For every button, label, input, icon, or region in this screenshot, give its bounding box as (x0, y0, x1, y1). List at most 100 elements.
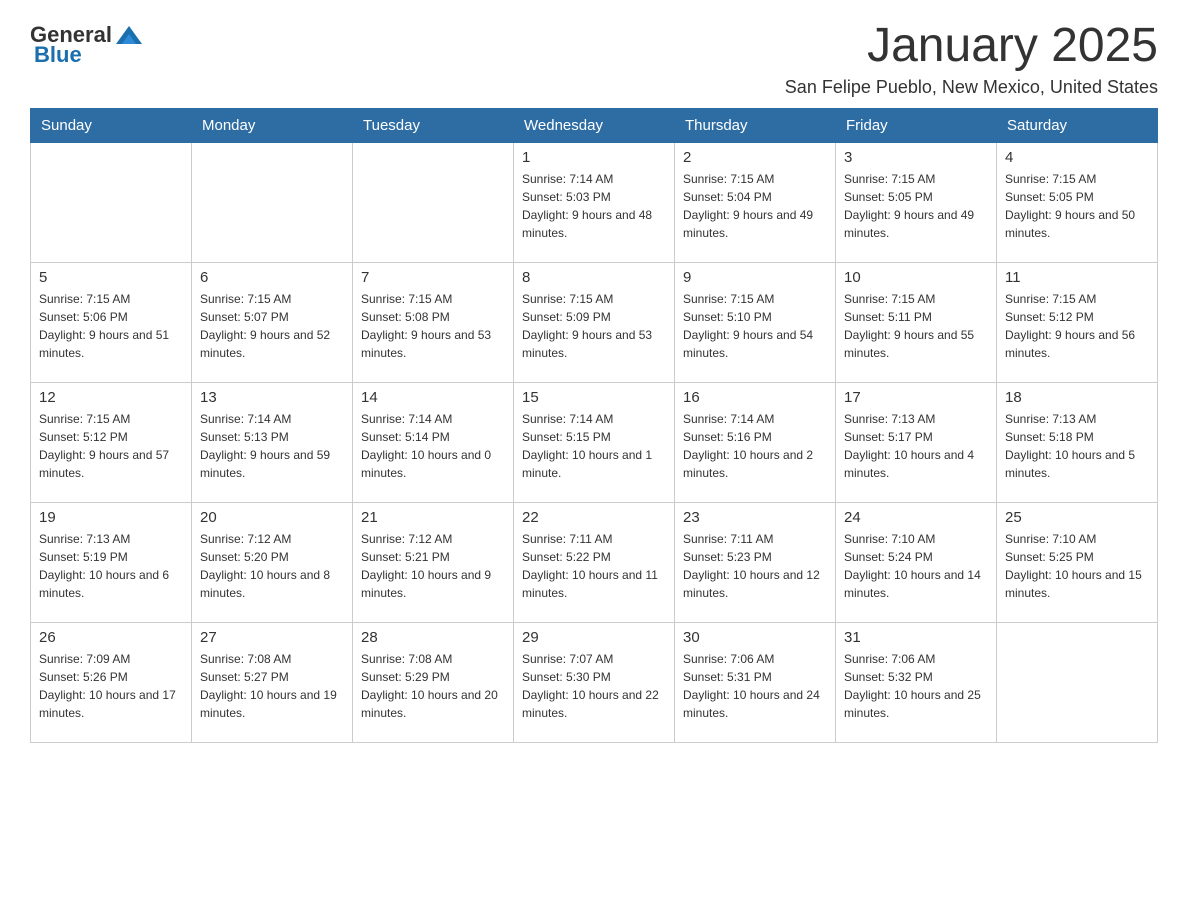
calendar-header-wednesday: Wednesday (514, 108, 675, 142)
day-info: Sunrise: 7:13 AMSunset: 5:19 PMDaylight:… (39, 530, 183, 602)
day-info: Sunrise: 7:15 AMSunset: 5:04 PMDaylight:… (683, 170, 827, 242)
month-title: January 2025 (785, 20, 1158, 73)
calendar-cell: 11Sunrise: 7:15 AMSunset: 5:12 PMDayligh… (997, 262, 1158, 382)
day-number: 18 (1005, 389, 1149, 406)
day-info: Sunrise: 7:15 AMSunset: 5:12 PMDaylight:… (39, 410, 183, 482)
calendar-cell: 26 Sunrise: 7:09 AMSunset: 5:26 PMDayligh… (31, 622, 192, 742)
calendar-header-thursday: Thursday (675, 108, 836, 142)
day-info: Sunrise: 7:08 AMSunset: 5:29 PMDaylight:… (361, 650, 505, 722)
calendar-cell (997, 622, 1158, 742)
calendar-cell: 5 Sunrise: 7:15 AMSunset: 5:06 PMDaylight… (31, 262, 192, 382)
calendar-week-row: 19Sunrise: 7:13 AMSunset: 5:19 PMDayligh… (31, 502, 1158, 622)
calendar-cell: 25Sunrise: 7:10 AMSunset: 5:25 PMDayligh… (997, 502, 1158, 622)
day-number: 12 (39, 389, 183, 406)
day-number: 21 (361, 509, 505, 526)
day-number: 15 (522, 389, 666, 406)
day-info: Sunrise: 7:08 AMSunset: 5:27 PMDaylight:… (200, 650, 344, 722)
day-info: Sunrise: 7:15 AMSunset: 5:11 PMDaylight:… (844, 290, 988, 362)
day-number: 11 (1005, 269, 1149, 286)
calendar-header-row: SundayMondayTuesdayWednesdayThursdayFrid… (31, 108, 1158, 142)
day-info: Sunrise: 7:14 AMSunset: 5:13 PMDaylight:… (200, 410, 344, 482)
calendar-cell: 18Sunrise: 7:13 AMSunset: 5:18 PMDayligh… (997, 382, 1158, 502)
day-info: Sunrise: 7:12 AMSunset: 5:21 PMDaylight:… (361, 530, 505, 602)
logo-icon (114, 20, 144, 50)
calendar-cell: 15 Sunrise: 7:14 AMSunset: 5:15 PMDayligh… (514, 382, 675, 502)
day-number: 22 (522, 509, 666, 526)
day-number: 29 (522, 629, 666, 646)
day-info: Sunrise: 7:15 AMSunset: 5:09 PMDaylight:… (522, 290, 666, 362)
day-info: Sunrise: 7:13 AMSunset: 5:17 PMDaylight:… (844, 410, 988, 482)
day-number: 8 (522, 269, 666, 286)
calendar-week-row: 12 Sunrise: 7:15 AMSunset: 5:12 PMDayligh… (31, 382, 1158, 502)
calendar-cell: 10 Sunrise: 7:15 AMSunset: 5:11 PMDayligh… (836, 262, 997, 382)
day-number: 20 (200, 509, 344, 526)
day-number: 26 (39, 629, 183, 646)
calendar-cell: 29 Sunrise: 7:07 AMSunset: 5:30 PMDayligh… (514, 622, 675, 742)
day-number: 10 (844, 269, 988, 286)
calendar-cell (192, 142, 353, 262)
logo-blue-text: Blue (34, 42, 82, 68)
calendar-cell: 13 Sunrise: 7:14 AMSunset: 5:13 PMDayligh… (192, 382, 353, 502)
calendar-cell: 7Sunrise: 7:15 AMSunset: 5:08 PMDaylight… (353, 262, 514, 382)
day-info: Sunrise: 7:07 AMSunset: 5:30 PMDaylight:… (522, 650, 666, 722)
day-info: Sunrise: 7:14 AMSunset: 5:16 PMDaylight:… (683, 410, 827, 482)
calendar-cell (353, 142, 514, 262)
title-area: January 2025 San Felipe Pueblo, New Mexi… (785, 20, 1158, 98)
calendar-cell: 23 Sunrise: 7:11 AMSunset: 5:23 PMDayligh… (675, 502, 836, 622)
day-info: Sunrise: 7:11 AMSunset: 5:23 PMDaylight:… (683, 530, 827, 602)
calendar-cell: 30Sunrise: 7:06 AMSunset: 5:31 PMDayligh… (675, 622, 836, 742)
day-number: 3 (844, 149, 988, 166)
day-info: Sunrise: 7:09 AMSunset: 5:26 PMDaylight:… (39, 650, 183, 722)
calendar-header-friday: Friday (836, 108, 997, 142)
calendar: SundayMondayTuesdayWednesdayThursdayFrid… (30, 108, 1158, 743)
calendar-cell: 19Sunrise: 7:13 AMSunset: 5:19 PMDayligh… (31, 502, 192, 622)
calendar-header-tuesday: Tuesday (353, 108, 514, 142)
calendar-cell: 22 Sunrise: 7:11 AMSunset: 5:22 PMDayligh… (514, 502, 675, 622)
calendar-cell: 28Sunrise: 7:08 AMSunset: 5:29 PMDayligh… (353, 622, 514, 742)
calendar-cell: 1 Sunrise: 7:14 AMSunset: 5:03 PMDaylight… (514, 142, 675, 262)
calendar-cell: 6Sunrise: 7:15 AMSunset: 5:07 PMDaylight… (192, 262, 353, 382)
day-number: 13 (200, 389, 344, 406)
header: General Blue January 2025 San Felipe Pue… (30, 20, 1158, 98)
calendar-cell: 2 Sunrise: 7:15 AMSunset: 5:04 PMDaylight… (675, 142, 836, 262)
logo: General Blue (30, 20, 144, 68)
calendar-week-row: 5 Sunrise: 7:15 AMSunset: 5:06 PMDaylight… (31, 262, 1158, 382)
calendar-header-sunday: Sunday (31, 108, 192, 142)
day-info: Sunrise: 7:15 AMSunset: 5:05 PMDaylight:… (1005, 170, 1149, 242)
calendar-week-row: 1 Sunrise: 7:14 AMSunset: 5:03 PMDaylight… (31, 142, 1158, 262)
day-info: Sunrise: 7:15 AMSunset: 5:08 PMDaylight:… (361, 290, 505, 362)
day-number: 9 (683, 269, 827, 286)
day-info: Sunrise: 7:06 AMSunset: 5:31 PMDaylight:… (683, 650, 827, 722)
day-number: 25 (1005, 509, 1149, 526)
day-info: Sunrise: 7:15 AMSunset: 5:07 PMDaylight:… (200, 290, 344, 362)
day-number: 23 (683, 509, 827, 526)
calendar-cell: 14Sunrise: 7:14 AMSunset: 5:14 PMDayligh… (353, 382, 514, 502)
day-number: 5 (39, 269, 183, 286)
calendar-cell: 16 Sunrise: 7:14 AMSunset: 5:16 PMDayligh… (675, 382, 836, 502)
day-number: 24 (844, 509, 988, 526)
calendar-header-monday: Monday (192, 108, 353, 142)
day-info: Sunrise: 7:15 AMSunset: 5:05 PMDaylight:… (844, 170, 988, 242)
calendar-cell: 27Sunrise: 7:08 AMSunset: 5:27 PMDayligh… (192, 622, 353, 742)
calendar-cell: 12 Sunrise: 7:15 AMSunset: 5:12 PMDayligh… (31, 382, 192, 502)
calendar-cell: 3 Sunrise: 7:15 AMSunset: 5:05 PMDaylight… (836, 142, 997, 262)
calendar-cell: 31Sunrise: 7:06 AMSunset: 5:32 PMDayligh… (836, 622, 997, 742)
day-info: Sunrise: 7:06 AMSunset: 5:32 PMDaylight:… (844, 650, 988, 722)
day-number: 14 (361, 389, 505, 406)
day-number: 2 (683, 149, 827, 166)
calendar-cell: 9 Sunrise: 7:15 AMSunset: 5:10 PMDaylight… (675, 262, 836, 382)
day-number: 16 (683, 389, 827, 406)
calendar-header-saturday: Saturday (997, 108, 1158, 142)
day-info: Sunrise: 7:14 AMSunset: 5:15 PMDaylight:… (522, 410, 666, 482)
calendar-week-row: 26 Sunrise: 7:09 AMSunset: 5:26 PMDayligh… (31, 622, 1158, 742)
day-info: Sunrise: 7:11 AMSunset: 5:22 PMDaylight:… (522, 530, 666, 602)
day-number: 17 (844, 389, 988, 406)
day-info: Sunrise: 7:14 AMSunset: 5:03 PMDaylight:… (522, 170, 666, 242)
day-info: Sunrise: 7:12 AMSunset: 5:20 PMDaylight:… (200, 530, 344, 602)
day-info: Sunrise: 7:15 AMSunset: 5:06 PMDaylight:… (39, 290, 183, 362)
calendar-cell: 17 Sunrise: 7:13 AMSunset: 5:17 PMDayligh… (836, 382, 997, 502)
day-info: Sunrise: 7:15 AMSunset: 5:10 PMDaylight:… (683, 290, 827, 362)
calendar-cell (31, 142, 192, 262)
calendar-cell: 24Sunrise: 7:10 AMSunset: 5:24 PMDayligh… (836, 502, 997, 622)
day-number: 1 (522, 149, 666, 166)
